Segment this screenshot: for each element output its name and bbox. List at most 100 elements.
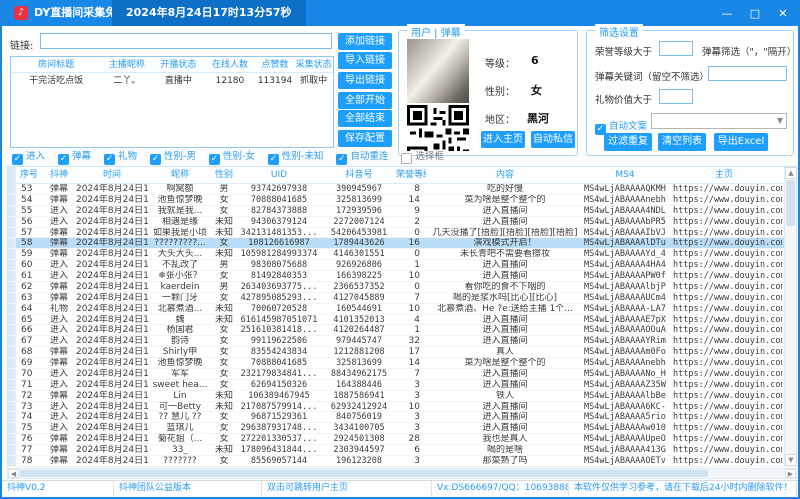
- message-row[interactable]: 70 进入 2024年8月24日17... 军军 女 232179834841... 884…: [8, 368, 796, 380]
- filter-checkbox-4[interactable]: ✓ 性别-男: [150, 148, 196, 165]
- minimize-icon[interactable]: —: [720, 7, 734, 20]
- message-cell: 96871529361: [250, 412, 308, 423]
- message-row[interactable]: 75 进入 2024年8月24日17... 蓝琪儿 女 296387931748... 34…: [8, 423, 796, 435]
- message-cell: 喝的是啥: [486, 445, 523, 455]
- message-row[interactable]: 64 礼物 2024年8月24日17... 北慕煮酒... 未知 70060720528 1…: [8, 303, 796, 315]
- message-row[interactable]: 68 弹幕 2024年8月24日17... Shirly申 女 83554243834 12…: [8, 347, 796, 358]
- export-excel-button[interactable]: 导出Excel: [714, 133, 768, 151]
- message-row[interactable]: 59 弹幕 2024年8月24日17... 大头大头... 未知 105981284993…: [8, 249, 796, 261]
- message-row[interactable]: 53 弹幕 2024年8月24日17... 啊窝额 男 93742697938 390945…: [8, 184, 796, 195]
- messages-col-header[interactable]: 荣誉等级: [396, 167, 426, 183]
- filter-checkbox-7[interactable]: ✓ 自动重连: [336, 148, 388, 165]
- room-table[interactable]: 房间标题 主播昵称 开播状态 在线人数 点赞数 采集状态 干完活吃点饭 二丫。 直播中 1218…: [10, 56, 334, 148]
- message-cell: 427895085293...: [240, 292, 318, 303]
- clear-list-button[interactable]: 清空列表: [658, 133, 706, 151]
- message-row[interactable]: 54 弹幕 2024年8月24日17... 池鱼惊梦晚 女 70888041685 3258…: [8, 194, 796, 206]
- message-row[interactable]: 73 进入 2024年8月24日17... 可一Betty 未知 217087579914…: [8, 401, 796, 413]
- auto-text-checkbox[interactable]: ✓ 自动文案: [595, 114, 647, 135]
- vertical-scroll-thumb[interactable]: [786, 180, 795, 226]
- message-row[interactable]: 77 弹幕 2024年8月24日17... 33_ 未知 178096431844... 2…: [8, 445, 796, 456]
- message-row[interactable]: 71 进入 2024年8月24日17... sweet hea... 女 62694150…: [8, 379, 796, 391]
- filter-duplicates-button[interactable]: 过滤重复: [604, 133, 652, 151]
- link-input[interactable]: [40, 33, 332, 49]
- messages-col-header[interactable]: 时间: [76, 167, 148, 183]
- messages-table[interactable]: 序号抖神时间昵称性别UID抖音号荣誉等级内容MS4主页 53 弹幕 2024年8月2…: [7, 166, 797, 467]
- message-cell: ???????: [163, 455, 197, 466]
- keyword-input[interactable]: [708, 66, 787, 81]
- danmu-filter-label: 弹幕筛选（"，"隔开）: [702, 47, 797, 58]
- message-cell: 进入直播间: [482, 325, 528, 336]
- messages-col-header[interactable]: UID: [236, 167, 322, 183]
- row-selector-cell: [8, 336, 16, 347]
- messages-col-header[interactable]: 抖音号: [322, 167, 396, 183]
- filter-checkbox-1[interactable]: ✓ 进入: [12, 148, 45, 165]
- scroll-left-icon[interactable]: ◀: [8, 469, 19, 478]
- filter-checkbox-5[interactable]: ✓ 性别-女: [208, 148, 255, 165]
- message-cell: 女: [219, 358, 229, 368]
- message-row[interactable]: 67 进入 2024年8月24日17... 韵诗 女 99119622506 9794457…: [8, 336, 796, 348]
- message-row[interactable]: 65 进入 2024年8月24日17... 魏 未知 616145987051071 410…: [8, 314, 796, 326]
- filter-checkbox-label: 礼物: [118, 150, 138, 162]
- message-cell: MS4wLjABAAAAE7pX...: [584, 314, 666, 325]
- horizontal-scroll-thumb[interactable]: [20, 470, 708, 477]
- horizontal-scrollbar[interactable]: ◀ ▶: [7, 468, 797, 479]
- message-cell: 55: [21, 205, 33, 216]
- message-row[interactable]: 61 进入 2024年8月24日17... ❄张小张？ 女 81492840353 1663…: [8, 271, 796, 282]
- add-link-button[interactable]: 添加链接: [338, 33, 392, 50]
- scroll-down-icon[interactable]: ▼: [785, 454, 797, 466]
- message-row[interactable]: 78 弹幕 2024年8月24日17...??????? 女 85569057144 19…: [8, 455, 796, 467]
- message-row[interactable]: 66 进入 2024年8月24日17... 杨国君 女 251610381418... 41…: [8, 325, 796, 337]
- enter-homepage-button[interactable]: 进入主页: [481, 131, 525, 148]
- stop-all-button[interactable]: 全部结束: [338, 110, 392, 127]
- scroll-up-icon[interactable]: ▲: [785, 167, 797, 179]
- message-row[interactable]: 60 进入 2024年8月24日17... 不乱改了 男 98308075688 92692…: [8, 260, 796, 271]
- messages-col-header[interactable]: 昵称: [148, 167, 212, 183]
- auto-dm-button[interactable]: 自动私信: [531, 131, 575, 148]
- messages-col-header[interactable]: 内容: [426, 167, 584, 183]
- message-cell: 66: [21, 325, 33, 336]
- message-row[interactable]: 62 弹幕 2024年8月24日17... kaerdein 男 263403693775…: [8, 281, 796, 293]
- message-row[interactable]: 55 进入 2024年8月24日17... 我就是我... 女 82784373888 17…: [8, 205, 796, 217]
- message-row[interactable]: 56 进入 2024年8月24日17... 相遇是缘 未知 94306379124 2272…: [8, 216, 796, 228]
- message-cell: MS4wLjABAAAAUCm4...: [584, 292, 666, 303]
- close-icon[interactable]: ✕: [776, 7, 790, 20]
- honor-level-input[interactable]: [659, 41, 693, 56]
- messages-col-header[interactable]: MS4: [584, 167, 666, 183]
- message-row[interactable]: 57 弹幕 2024年8月24日17... 如果我是小顷未知 342131481353.…: [8, 227, 796, 239]
- message-cell: 106389467945: [248, 390, 310, 401]
- status-item-3: 双击可跳转用户主页: [262, 481, 432, 496]
- message-cell: MS4wLjABAAAA6KC-...: [584, 401, 666, 412]
- message-row[interactable]: 72 弹幕 2024年8月24日17... Lin 未知 106389467945 1887…: [8, 390, 796, 402]
- message-cell: 2024年8月24日17...: [76, 455, 148, 466]
- filter-checkbox-3[interactable]: ✓ 礼物: [104, 148, 137, 165]
- gift-value-input[interactable]: [659, 89, 693, 104]
- message-row[interactable]: 74 进入 2024年8月24日17... ?? 慧儿 ?? 女 96871529361 8…: [8, 412, 796, 424]
- messages-col-header[interactable]: 抖神: [42, 167, 76, 183]
- filter-checkbox-8[interactable]: ✓选择框: [401, 148, 444, 164]
- gender-value: 女: [531, 84, 542, 97]
- auto-text-combobox[interactable]: ▼: [651, 113, 787, 129]
- message-row[interactable]: 76 弹幕 2024年8月24日17... 菊花姐（... 女 272201330537.…: [8, 434, 796, 445]
- export-links-button[interactable]: 导出链接: [338, 72, 392, 89]
- filter-checkbox-2[interactable]: ✓ 弹幕: [58, 148, 91, 165]
- message-cell: 0: [414, 281, 420, 292]
- room-row[interactable]: 干完活吃点饭 二丫。 直播中 12180 113194 抓取中: [11, 73, 333, 89]
- scroll-right-icon[interactable]: ▶: [785, 469, 796, 478]
- vertical-scrollbar[interactable]: ▲ ▼: [784, 167, 797, 466]
- message-cell: 0: [414, 249, 420, 260]
- filter-checkbox-6[interactable]: ✓ 性别-未知: [267, 148, 323, 165]
- import-links-button[interactable]: 导入链接: [338, 52, 392, 69]
- message-row[interactable]: 63 弹幕 2024年8月24日17... 一颗门牙 女 427895085293... 4…: [8, 292, 796, 304]
- message-cell: https://www.douyin.com/use: [673, 194, 782, 205]
- room-cell: 直播中: [164, 76, 192, 86]
- messages-col-header[interactable]: 序号: [16, 167, 42, 183]
- start-all-button[interactable]: 全部开始: [338, 92, 392, 109]
- messages-col-header[interactable]: 性别: [212, 167, 236, 183]
- message-row[interactable]: 69 弹幕 2024年8月24日17... 池鱼惊梦晚 女 70888041685 3258…: [8, 358, 796, 369]
- message-cell: 相遇是缘: [161, 216, 198, 227]
- messages-col-header[interactable]: 主页: [666, 167, 782, 183]
- maximize-icon[interactable]: □: [748, 7, 762, 20]
- save-config-button[interactable]: 保存配置: [338, 130, 392, 147]
- row-selector-cell: [8, 271, 16, 281]
- message-row[interactable]: 58 弹幕 2024年8月24日17...?????????... 女 10812661…: [8, 238, 796, 250]
